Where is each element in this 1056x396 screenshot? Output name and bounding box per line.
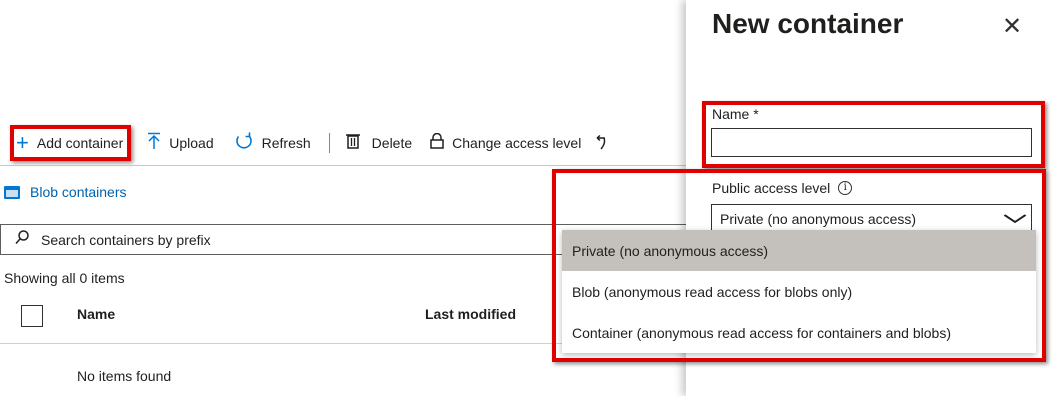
add-container-button[interactable]: + Add container — [10, 125, 132, 161]
column-header-last-modified[interactable]: Last modified — [425, 306, 516, 322]
blob-containers-link[interactable]: Blob containers — [4, 184, 127, 200]
delete-label: Delete — [371, 135, 413, 151]
column-header-name[interactable]: Name — [77, 306, 115, 322]
access-level-select[interactable]: Private (no anonymous access) — [711, 204, 1032, 233]
container-icon — [4, 185, 20, 199]
access-level-label: Public access level i — [712, 180, 853, 196]
upload-icon — [147, 132, 161, 155]
toolbar-divider-line — [0, 165, 690, 166]
command-bar: + Add container Upload Refresh Delete Ch… — [0, 118, 690, 168]
delete-button[interactable]: Delete — [345, 133, 413, 154]
close-icon[interactable]: ✕ — [1002, 12, 1022, 41]
change-access-level-label: Change access level — [452, 135, 582, 151]
select-all-checkbox[interactable] — [21, 305, 43, 327]
panel-title: New container — [712, 8, 904, 39]
chevron-down-icon — [1003, 211, 1027, 227]
dropdown-option-private[interactable]: Private (no anonymous access) — [562, 230, 1036, 271]
refresh-icon — [234, 131, 254, 156]
refresh-button[interactable]: Refresh — [234, 131, 311, 156]
dropdown-option-blob[interactable]: Blob (anonymous read access for blobs on… — [562, 271, 1036, 312]
access-level-label-text: Public access level — [712, 180, 831, 196]
access-level-selected: Private (no anonymous access) — [720, 210, 917, 227]
empty-state-text: No items found — [77, 368, 172, 384]
upload-button[interactable]: Upload — [147, 132, 214, 155]
name-field[interactable] — [711, 128, 1032, 157]
plus-icon: + — [16, 130, 29, 155]
blob-containers-label: Blob containers — [30, 184, 127, 200]
undo-icon[interactable] — [595, 135, 607, 151]
trash-icon — [345, 133, 360, 154]
info-icon[interactable]: i — [838, 181, 853, 195]
lock-icon — [430, 132, 444, 154]
change-access-level-button[interactable]: Change access level — [430, 132, 582, 154]
add-container-label: Add container — [36, 135, 124, 151]
name-label: Name * — [712, 106, 759, 122]
upload-label: Upload — [169, 135, 214, 151]
access-level-dropdown: Private (no anonymous access) Blob (anon… — [562, 230, 1036, 353]
item-count-text: Showing all 0 items — [4, 270, 125, 286]
refresh-label: Refresh — [261, 135, 311, 151]
toolbar-divider — [328, 133, 330, 153]
search-placeholder: Search containers by prefix — [41, 231, 211, 248]
search-icon — [15, 229, 29, 250]
dropdown-option-container[interactable]: Container (anonymous read access for con… — [562, 312, 1036, 353]
